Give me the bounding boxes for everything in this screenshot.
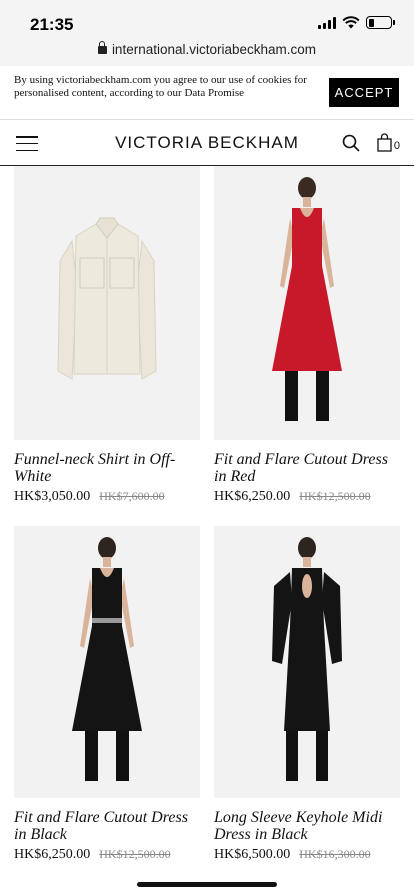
cookie-banner: By using victoriabeckham.com you agree t… [0,66,414,120]
accept-cookies-button[interactable]: ACCEPT [329,78,399,107]
lock-icon [97,41,107,54]
product-title[interactable]: Funnel-neck Shirt in Off-White [14,451,200,485]
original-price: HK$16,300.00 [299,847,371,861]
red-dress-illustration [214,166,400,440]
bag-count: 0 [393,140,400,152]
product-image[interactable] [214,166,400,440]
sale-price: HK$6,500.00 [214,847,291,862]
product-grid: Funnel-neck Shirt in Off-White HK$3,050.… [0,166,414,896]
product-card[interactable]: Fit and Flare Cutout Dress in Red HK$6,2… [214,166,400,505]
battery-icon [366,16,395,29]
product-title[interactable]: Fit and Flare Cutout Dress in Red [214,451,400,485]
sale-price: HK$6,250.00 [14,847,91,862]
home-indicator[interactable] [137,882,277,887]
price-row: HK$3,050.00 HK$7,600.00 [14,489,200,505]
product-title[interactable]: Fit and Flare Cutout Dress in Black [14,809,200,843]
original-price: HK$12,500.00 [299,489,371,503]
long-sleeve-dress-illustration [214,526,400,798]
signal-icon [318,16,336,29]
wifi-icon [342,16,360,29]
status-icons [318,16,395,29]
original-price: HK$7,600.00 [99,489,165,503]
shopping-bag-button[interactable]: 0 [377,133,400,152]
url-text: international.victoriabeckham.com [111,42,317,57]
price-row: HK$6,500.00 HK$16,300.00 [214,847,400,863]
status-time: 21:35 [30,15,74,34]
shirt-illustration [14,166,200,440]
site-header: VICTORIA BECKHAM 0 [0,120,414,166]
cookie-text: By using victoriabeckham.com you agree t… [14,74,307,99]
browser-chrome: 21:35 international.victoriabeckham.com [0,0,414,66]
product-card[interactable]: Funnel-neck Shirt in Off-White HK$3,050.… [14,166,200,505]
product-image[interactable] [14,526,200,798]
original-price: HK$12,500.00 [99,847,171,861]
price-row: HK$6,250.00 HK$12,500.00 [14,847,200,863]
product-card[interactable]: Long Sleeve Keyhole Midi Dress in Black … [214,526,400,863]
sale-price: HK$6,250.00 [214,489,291,504]
sale-price: HK$3,050.00 [14,489,91,504]
search-icon[interactable] [342,134,360,152]
bag-icon [377,133,392,152]
product-title[interactable]: Long Sleeve Keyhole Midi Dress in Black [214,809,400,843]
url-bar[interactable]: international.victoriabeckham.com [0,41,414,57]
black-dress-illustration [14,526,200,798]
product-image[interactable] [14,166,200,440]
product-image[interactable] [214,526,400,798]
price-row: HK$6,250.00 HK$12,500.00 [214,489,400,505]
product-card[interactable]: Fit and Flare Cutout Dress in Black HK$6… [14,526,200,863]
